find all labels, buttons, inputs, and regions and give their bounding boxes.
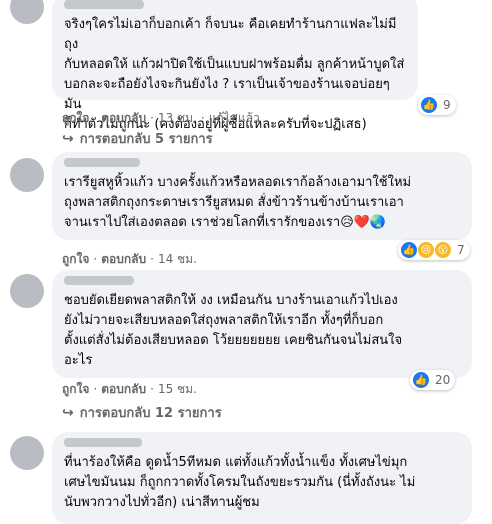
comment-bubble: เรารียูสหูหิ้วแก้ว บางครั้งแก้วหรือหลอดเ… bbox=[52, 152, 472, 240]
comment-actions: ถูกใจ · ตอบกลับ · 13 ชม. · แก้ไขแล้ว bbox=[62, 111, 260, 125]
reply-arrow-icon: ↪ bbox=[62, 130, 74, 147]
replies-label: การตอบกลับ 12 รายการ bbox=[79, 406, 222, 421]
like-reaction-icon: 👍 bbox=[400, 241, 418, 259]
avatar[interactable] bbox=[10, 158, 44, 192]
avatar[interactable] bbox=[10, 274, 44, 308]
author-name[interactable] bbox=[64, 438, 142, 447]
edited-label[interactable]: แก้ไขแล้ว bbox=[209, 111, 260, 125]
author-name[interactable] bbox=[64, 276, 134, 285]
replies-label: การตอบกลับ 5 รายการ bbox=[79, 132, 213, 147]
timestamp[interactable]: 14 ชม. bbox=[158, 252, 197, 266]
like-link[interactable]: ถูกใจ bbox=[62, 382, 89, 396]
reaction-summary[interactable]: 👍 😢 😮 7 bbox=[398, 240, 470, 260]
reaction-count: 9 bbox=[443, 98, 451, 112]
view-replies-button[interactable]: ↪ การตอบกลับ 5 รายการ bbox=[62, 128, 213, 149]
reaction-count: 7 bbox=[457, 243, 465, 257]
comment-text: ชอบยัดเยียดพลาสติกให้ งง เหมือนกัน บางร้… bbox=[64, 293, 403, 368]
timestamp[interactable]: 15 ชม. bbox=[158, 382, 197, 396]
comment-text: เรารียูสหูหิ้วแก้ว บางครั้งแก้วหรือหลอดเ… bbox=[64, 175, 412, 230]
sad-reaction-icon: 😢 bbox=[417, 241, 435, 259]
comment-actions: ถูกใจ · ตอบกลับ · 14 ชม. bbox=[62, 252, 197, 266]
like-reaction-icon: 👍 bbox=[420, 96, 438, 114]
reply-arrow-icon: ↪ bbox=[62, 404, 74, 421]
author-name[interactable] bbox=[64, 0, 144, 9]
comment-actions: ถูกใจ · ตอบกลับ · 15 ชม. bbox=[62, 382, 197, 396]
like-link[interactable]: ถูกใจ bbox=[62, 111, 89, 125]
avatar[interactable] bbox=[10, 436, 44, 470]
author-name[interactable] bbox=[64, 158, 140, 167]
reaction-summary[interactable]: 👍 9 bbox=[418, 95, 456, 115]
comment-bubble: ที่นาร้องให้คือ ดูดน้ำ5ทีหมด แต่ทั้งแก้ว… bbox=[52, 432, 472, 524]
view-replies-button[interactable]: ↪ การตอบกลับ 12 รายการ bbox=[62, 402, 222, 423]
reaction-count: 20 bbox=[435, 373, 451, 387]
reply-link[interactable]: ตอบกลับ bbox=[101, 252, 146, 266]
like-link[interactable]: ถูกใจ bbox=[62, 252, 89, 266]
wow-reaction-icon: 😮 bbox=[434, 241, 452, 259]
reply-link[interactable]: ตอบกลับ bbox=[101, 111, 146, 125]
comment-bubble: จริงๆใครไม่เอาก็บอกเค้า ก็จบนะ คือเคยทำร… bbox=[52, 0, 418, 132]
comment-text: ที่นาร้องให้คือ ดูดน้ำ5ทีหมด แต่ทั้งแก้ว… bbox=[64, 455, 416, 510]
avatar[interactable] bbox=[10, 0, 44, 24]
reply-link[interactable]: ตอบกลับ bbox=[101, 382, 146, 396]
timestamp[interactable]: 13 ชม. bbox=[158, 111, 197, 125]
comment-bubble: ชอบยัดเยียดพลาสติกให้ งง เหมือนกัน บางร้… bbox=[52, 270, 472, 378]
like-reaction-icon: 👍 bbox=[412, 371, 430, 389]
reaction-summary[interactable]: 👍 20 bbox=[410, 370, 456, 390]
